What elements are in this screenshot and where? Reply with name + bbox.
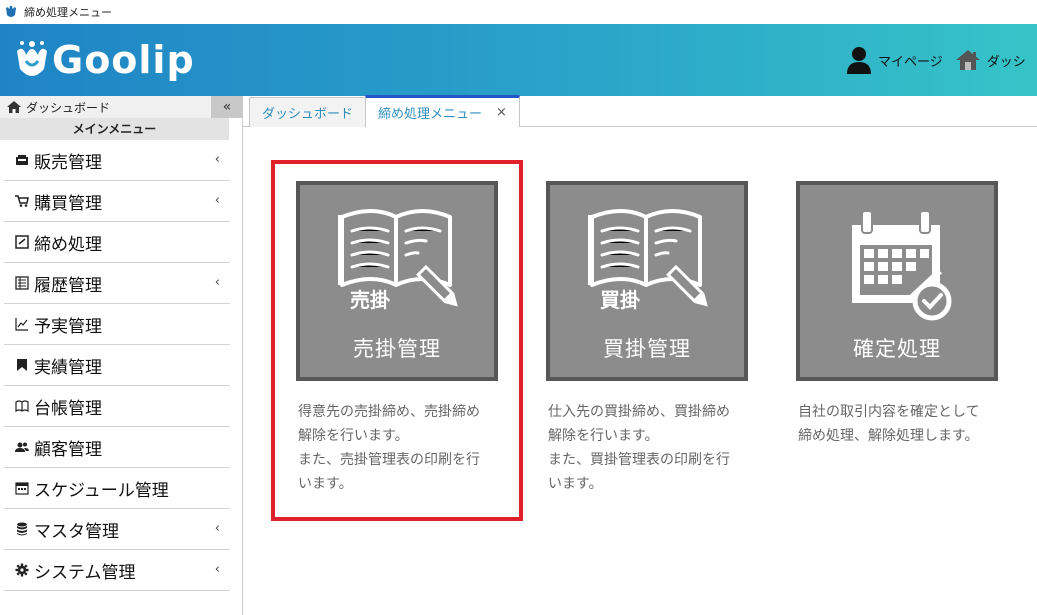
confirm-card[interactable]: 確定処理 [796, 181, 998, 381]
cart-icon [14, 195, 30, 207]
card-title: 買掛管理 [603, 337, 691, 361]
card-icon-label: 買掛 [600, 288, 640, 312]
goolip-logo[interactable]: Goolip [14, 32, 195, 88]
sidebar-item-label: 予実管理 [34, 316, 102, 337]
tab-label: ダッシュボード [262, 107, 354, 122]
description-line: 自社の取引内容を確定として [798, 404, 980, 420]
user-icon [847, 47, 871, 74]
tab-bar: ダッシュボード 締め処理メニュー × [249, 95, 520, 127]
chevron-left-icon: ‹ [214, 275, 220, 290]
description-line: また、売掛管理表の印刷を行 [298, 452, 480, 468]
home-icon [955, 50, 980, 70]
sidebar-dashboard-label: ダッシュボード [26, 100, 111, 115]
bookmark-icon [14, 358, 30, 372]
sidebar-item-results[interactable]: 実績管理 [4, 345, 230, 386]
sidebar-item-label: 購買管理 [34, 193, 102, 214]
sidebar-item-system[interactable]: システム管理 ‹ [4, 550, 230, 591]
mypage-link[interactable]: マイページ [846, 46, 943, 74]
chevron-left-icon: ‹ [214, 521, 220, 536]
description-line: 得意先の売掛締め、売掛締め [298, 404, 480, 420]
card-title: 売掛管理 [353, 337, 441, 361]
sidebar-item-history[interactable]: 履歴管理 ‹ [4, 263, 230, 304]
card-icon-label: 売掛 [350, 288, 390, 312]
receivables-card[interactable]: 売掛 売掛管理 [296, 181, 498, 381]
sidebar-item-budget[interactable]: 予実管理 [4, 304, 230, 345]
sidebar-item-label: 台帳管理 [34, 398, 102, 419]
close-icon[interactable]: × [496, 105, 507, 120]
sidebar: ダッシュボード « メインメニュー 販売管理 ‹ 購買管理 ‹ 締め処理 履歴管… [0, 96, 243, 615]
header-nav: マイページ ダッシ [846, 46, 1026, 74]
app-header: Goolip マイページ ダッシ [0, 24, 1037, 96]
home-icon [7, 101, 21, 113]
description-line: 締め処理、解除処理します。 [798, 428, 979, 444]
sidebar-item-label: 顧客管理 [34, 439, 102, 460]
sidebar-menu: 販売管理 ‹ 購買管理 ‹ 締め処理 履歴管理 ‹ 予実管理 実績管理 台帳管理 [4, 140, 230, 591]
payables-description: 仕入先の買掛締め、買掛締め 解除を行います。 また、買掛管理表の印刷を行 います… [548, 400, 768, 496]
description-line: 解除を行います。 [298, 428, 409, 444]
sidebar-item-schedule[interactable]: スケジュール管理 [4, 468, 230, 509]
card-title: 確定処理 [853, 337, 941, 361]
sidebar-item-purchasing[interactable]: 購買管理 ‹ [4, 181, 230, 222]
sidebar-item-master[interactable]: マスタ管理 ‹ [4, 509, 230, 550]
description-line: 解除を行います。 [548, 428, 659, 444]
sidebar-collapse-button[interactable]: « [211, 96, 243, 118]
window-titlebar: 締め処理メニュー [0, 0, 1037, 24]
gear-icon [14, 563, 30, 577]
sidebar-item-label: マスタ管理 [34, 521, 119, 542]
sidebar-item-sales[interactable]: 販売管理 ‹ [4, 140, 230, 181]
confirm-description: 自社の取引内容を確定として 締め処理、解除処理します。 [798, 400, 1018, 448]
description-line: います。 [548, 476, 603, 492]
tab-dashboard[interactable]: ダッシュボード [249, 97, 367, 127]
register-icon [14, 154, 30, 166]
description-line: 仕入先の買掛締め、買掛締め [548, 404, 730, 420]
dashboard-link[interactable]: ダッシ [955, 49, 1026, 71]
checkbox-icon [14, 235, 30, 249]
window-title: 締め処理メニュー [24, 6, 112, 19]
users-icon [14, 441, 30, 453]
chevron-left-icon: ‹ [214, 193, 220, 208]
payables-card[interactable]: 買掛 買掛管理 [546, 181, 748, 381]
line-chart-icon [14, 317, 30, 331]
sidebar-item-label: 実績管理 [34, 357, 102, 378]
logo-text: Goolip [52, 38, 195, 82]
sidebar-item-closing[interactable]: 締め処理 [4, 222, 230, 263]
sidebar-item-register-book[interactable]: 台帳管理 [4, 386, 230, 427]
sidebar-item-customers[interactable]: 顧客管理 [4, 427, 230, 468]
sidebar-item-label: 締め処理 [34, 234, 102, 255]
dashboard-nav-label: ダッシ [986, 54, 1026, 70]
sidebar-item-label: 販売管理 [34, 152, 102, 173]
tab-closing-menu[interactable]: 締め処理メニュー × [365, 95, 520, 127]
tulip-logo-icon [17, 41, 47, 76]
receivables-description: 得意先の売掛締め、売掛締め 解除を行います。 また、売掛管理表の印刷を行 います… [298, 400, 518, 496]
ledger-icon [14, 276, 30, 290]
chevron-left-icon: ‹ [214, 562, 220, 577]
database-icon [14, 522, 30, 536]
sidebar-item-label: スケジュール管理 [34, 480, 169, 501]
app-logo-icon [4, 5, 18, 19]
tab-label: 締め処理メニュー [378, 107, 483, 122]
calendar-icon [14, 481, 30, 495]
chevron-left-icon: ‹ [214, 152, 220, 167]
open-book-icon [14, 400, 30, 412]
mypage-label: マイページ [878, 54, 943, 70]
sidebar-dashboard-link[interactable]: ダッシュボード [0, 96, 211, 118]
sidebar-item-label: システム管理 [34, 562, 136, 583]
sidebar-item-label: 履歴管理 [34, 275, 102, 296]
description-line: また、買掛管理表の印刷を行 [548, 452, 730, 468]
sidebar-section-title: メインメニュー [0, 118, 229, 140]
description-line: います。 [298, 476, 353, 492]
